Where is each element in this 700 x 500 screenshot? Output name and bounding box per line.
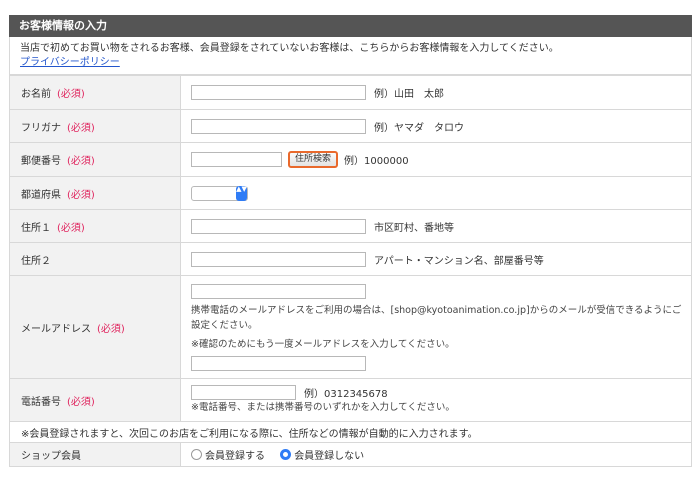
register-member-label[interactable]: 会員登録する	[205, 451, 265, 462]
required-mark: (必須)	[57, 89, 85, 100]
no-register-member-label[interactable]: 会員登録しない	[294, 451, 364, 462]
required-mark: (必須)	[67, 396, 95, 408]
no-register-member-radio[interactable]	[280, 449, 292, 460]
phone-label-cell: 電話番号 (必須)	[9, 378, 181, 422]
address1-label: 住所１	[21, 222, 51, 234]
intro-section: 当店で初めてお買い物をされるお客様、会員登録をされていないお客様は、こちらからお…	[9, 37, 692, 75]
phone-row: 電話番号 (必須) 例）0312345678 ※電話番号、または携帯番号のいずれか…	[9, 378, 692, 422]
email-value-cell: 携帯電話のメールアドレスをご利用の場合は、[shop@kyotoanimatio…	[180, 275, 692, 379]
postal-value-cell: 住所検索 例）1000000	[180, 142, 692, 177]
name-input[interactable]	[191, 85, 366, 100]
prefecture-value-cell: ▲▼	[180, 176, 692, 210]
postal-label-cell: 郵便番号 (必須)	[9, 142, 181, 177]
prefecture-label: 都道府県	[21, 189, 61, 201]
furigana-label-cell: フリガナ (必須)	[9, 109, 181, 143]
membership-row: ショップ会員 会員登録する 会員登録しない	[9, 442, 692, 467]
email-label-cell: メールアドレス (必須)	[9, 275, 181, 379]
address2-example: アパート・マンション名、部屋番号等	[374, 255, 544, 267]
form-table: お名前 (必須) 例）山田 太郎 フリガナ (必須) 例）ヤマダ タロウ 郵便番号 (…	[9, 75, 692, 467]
autofill-notice: ※会員登録されますと、次回このお店をご利用になる際に、住所などの情報が自動的に入…	[9, 421, 692, 443]
name-value-cell: 例）山田 太郎	[180, 75, 692, 110]
membership-label: ショップ会員	[9, 442, 181, 467]
address2-row: 住所２ アパート・マンション名、部屋番号等	[9, 242, 692, 276]
register-member-radio[interactable]	[191, 449, 202, 460]
address2-value-cell: アパート・マンション名、部屋番号等	[180, 242, 692, 276]
address1-input[interactable]	[191, 218, 366, 234]
furigana-example: 例）ヤマダ タロウ	[374, 122, 464, 134]
address2-label-cell: 住所２	[9, 242, 181, 276]
autofill-notice-row: ※会員登録されますと、次回このお店をご利用になる際に、住所などの情報が自動的に入…	[9, 421, 692, 443]
email-row: メールアドレス (必須) 携帯電話のメールアドレスをご利用の場合は、[shop@k…	[9, 275, 692, 379]
customer-info-form: お客様情報の入力 当店で初めてお買い物をされるお客様、会員登録をされていないお客…	[9, 15, 692, 467]
required-mark: (必須)	[67, 189, 95, 201]
name-example: 例）山田 太郎	[374, 89, 444, 100]
furigana-input[interactable]	[191, 118, 366, 134]
required-mark: (必須)	[67, 156, 95, 167]
email-confirm-input[interactable]	[191, 355, 366, 371]
phone-note: ※電話番号、または携帯番号のいずれかを入力してください。	[191, 402, 455, 413]
address2-input[interactable]	[191, 251, 366, 267]
phone-input[interactable]	[191, 385, 296, 400]
furigana-value-cell: 例）ヤマダ タロウ	[180, 109, 692, 143]
name-row: お名前 (必須) 例）山田 太郎	[9, 75, 692, 110]
furigana-row: フリガナ (必須) 例）ヤマダ タロウ	[9, 109, 692, 143]
postal-row: 郵便番号 (必須) 住所検索 例）1000000	[9, 142, 692, 177]
furigana-label: フリガナ	[21, 122, 61, 134]
phone-label: 電話番号	[21, 396, 61, 408]
required-mark: (必須)	[97, 323, 125, 335]
address1-label-cell: 住所１ (必須)	[9, 209, 181, 243]
email-confirm-note: ※確認のためにもう一度メールアドレスを入力してください。	[191, 338, 455, 350]
address-search-button[interactable]: 住所検索	[288, 151, 339, 168]
address2-label: 住所２	[21, 255, 51, 267]
phone-value-cell: 例）0312345678 ※電話番号、または携帯番号のいずれかを入力してください…	[180, 378, 692, 422]
postal-example: 例）1000000	[344, 156, 409, 167]
postal-label: 郵便番号	[21, 156, 61, 167]
prefecture-label-cell: 都道府県 (必須)	[9, 176, 181, 210]
intro-text: 当店で初めてお買い物をされるお客様、会員登録をされていないお客様は、こちらからお…	[20, 43, 559, 54]
name-label: お名前	[21, 89, 51, 100]
email-label: メールアドレス	[21, 323, 91, 335]
address1-row: 住所１ (必須) 市区町村、番地等	[9, 209, 692, 243]
privacy-policy-link[interactable]: プライバシーポリシー	[20, 57, 120, 68]
prefecture-select[interactable]: ▲▼	[191, 185, 248, 201]
phone-example: 例）0312345678	[304, 389, 388, 400]
address1-value-cell: 市区町村、番地等	[180, 209, 692, 243]
email-input[interactable]	[191, 283, 366, 299]
required-mark: (必須)	[57, 222, 85, 234]
membership-value-cell: 会員登録する 会員登録しない	[180, 442, 692, 467]
select-arrows-icon: ▲▼	[236, 185, 247, 201]
form-title: お客様情報の入力	[9, 15, 692, 37]
required-mark: (必須)	[67, 122, 95, 134]
name-label-cell: お名前 (必須)	[9, 75, 181, 110]
email-note: 携帯電話のメールアドレスをご利用の場合は、[shop@kyotoanimatio…	[191, 304, 682, 331]
address1-example: 市区町村、番地等	[374, 222, 454, 234]
prefecture-row: 都道府県 (必須) ▲▼	[9, 176, 692, 210]
postal-code-input[interactable]	[191, 152, 282, 167]
